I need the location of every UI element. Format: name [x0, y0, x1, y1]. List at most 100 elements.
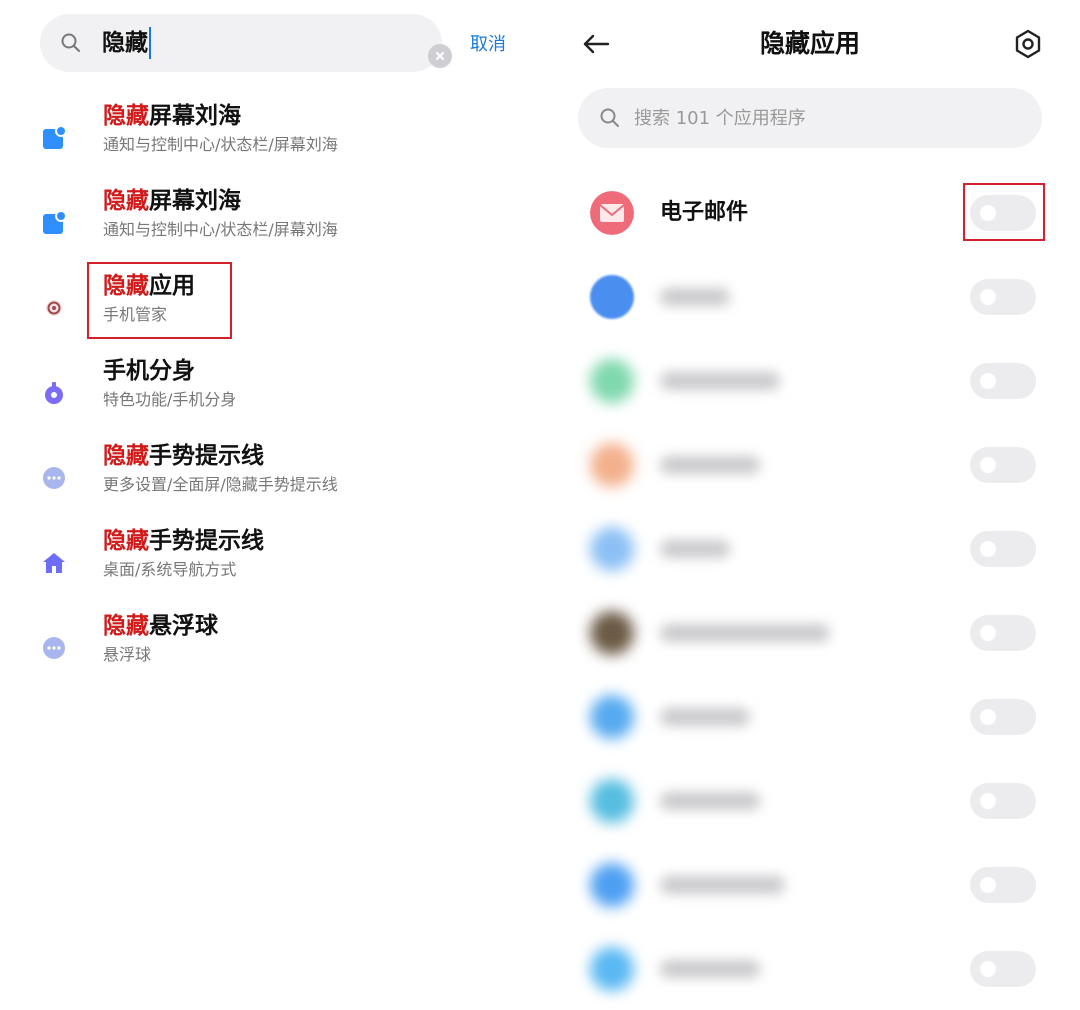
more-settings-icon — [41, 635, 67, 661]
blurred-app-icon — [590, 947, 634, 991]
hidden-apps-panel: 隐藏应用 电子邮件 — [540, 0, 1080, 1010]
toggle-knob — [980, 877, 996, 893]
blurred-app-name — [660, 624, 830, 642]
search-icon — [600, 108, 619, 127]
result-title-rest: 手势提示线 — [149, 443, 264, 469]
search-result-item[interactable]: 隐藏手势提示线更多设置/全面屏/隐藏手势提示线 — [0, 440, 540, 520]
blurred-app-icon — [590, 443, 634, 487]
toggle-knob — [980, 457, 996, 473]
result-title-highlight: 隐藏 — [103, 528, 149, 554]
app-list-row — [540, 675, 1080, 759]
home-icon — [41, 550, 67, 576]
result-title: 隐藏手势提示线 — [103, 525, 264, 557]
security-app-icon — [41, 295, 67, 321]
result-title: 手机分身 — [103, 355, 195, 387]
notch-icon — [41, 125, 67, 151]
result-path: 通知与控制中心/状态栏/屏幕刘海 — [103, 220, 338, 239]
toggle-knob — [980, 961, 996, 977]
app-list-row — [540, 591, 1080, 675]
blurred-app-icon — [590, 359, 634, 403]
blurred-app-name — [660, 456, 760, 474]
blurred-app-icon — [590, 611, 634, 655]
email-app-icon — [590, 191, 634, 235]
text-caret — [149, 27, 151, 59]
hide-app-toggle[interactable] — [970, 867, 1036, 903]
more-settings-icon — [41, 465, 67, 491]
search-result-item[interactable]: 隐藏手势提示线桌面/系统导航方式 — [0, 525, 540, 605]
hide-app-toggle[interactable] — [970, 699, 1036, 735]
search-input[interactable]: 隐藏 — [102, 27, 151, 59]
result-title-rest: 手势提示线 — [149, 528, 264, 554]
app-list-row — [540, 843, 1080, 927]
search-result-item[interactable]: 隐藏悬浮球 悬浮球 — [0, 610, 540, 690]
second-space-icon — [41, 380, 67, 406]
blurred-app-name — [660, 372, 780, 390]
page-title: 隐藏应用 — [759, 29, 860, 58]
search-query-text: 隐藏 — [102, 30, 148, 56]
result-title: 隐藏屏幕刘海 — [103, 100, 241, 132]
result-path: 特色功能/手机分身 — [103, 390, 237, 409]
hide-app-toggle[interactable] — [970, 615, 1036, 651]
clear-search-button[interactable] — [428, 44, 452, 68]
app-list-row — [540, 759, 1080, 843]
close-icon — [436, 52, 444, 60]
gear-icon[interactable] — [1012, 28, 1044, 60]
app-list-row — [540, 507, 1080, 591]
app-search-input[interactable] — [634, 88, 1024, 148]
result-path: 通知与控制中心/状态栏/屏幕刘海 — [103, 135, 338, 154]
blurred-app-name — [660, 540, 730, 558]
hide-app-toggle[interactable] — [970, 531, 1036, 567]
search-result-item[interactable]: 隐藏屏幕刘海通知与控制中心/状态栏/屏幕刘海 — [0, 185, 540, 265]
result-title-rest: 屏幕刘海 — [149, 188, 241, 214]
blurred-app-icon — [590, 863, 634, 907]
hide-app-toggle[interactable] — [970, 279, 1036, 315]
blurred-app-name — [660, 792, 760, 810]
blurred-app-name — [660, 876, 785, 894]
search-icon — [61, 33, 80, 52]
result-title: 隐藏悬浮球 — [103, 610, 218, 642]
result-title-rest: 悬浮球 — [149, 613, 218, 639]
result-path: 悬浮球 — [103, 645, 152, 664]
app-list-row — [540, 255, 1080, 339]
blurred-app-icon — [590, 275, 634, 319]
result-title-highlight: 隐藏 — [103, 443, 149, 469]
app-name: 电子邮件 — [660, 200, 749, 225]
result-path: 更多设置/全面屏/隐藏手势提示线 — [103, 475, 338, 494]
annotation-box-email-toggle — [963, 183, 1045, 241]
toggle-knob — [980, 289, 996, 305]
annotation-box-hide-apps-result — [87, 262, 232, 339]
toggle-knob — [980, 793, 996, 809]
settings-search-panel: 隐藏 取消 隐藏屏幕刘海 通知与控制中心/状态栏/屏幕刘海 隐藏屏幕刘海 通知与控制中… — [0, 0, 540, 1010]
result-path: 桌面/系统导航方式 — [103, 560, 237, 579]
hide-app-toggle[interactable] — [970, 363, 1036, 399]
app-list-row — [540, 339, 1080, 423]
result-title-highlight: 隐藏 — [103, 188, 149, 214]
result-title-highlight: 隐藏 — [103, 103, 149, 129]
result-title-rest: 屏幕刘海 — [149, 103, 241, 129]
cancel-button[interactable]: 取消 — [470, 33, 506, 57]
result-title-rest: 手机分身 — [103, 358, 195, 384]
app-list-row — [540, 927, 1080, 1010]
app-list-row — [540, 423, 1080, 507]
toggle-knob — [980, 373, 996, 389]
result-title: 隐藏屏幕刘海 — [103, 185, 241, 217]
toggle-knob — [980, 541, 996, 557]
blurred-app-name — [660, 960, 760, 978]
app-search-bar[interactable] — [578, 88, 1042, 148]
toggle-knob — [980, 625, 996, 641]
toggle-knob — [980, 709, 996, 725]
blurred-app-icon — [590, 779, 634, 823]
search-result-item[interactable]: 隐藏屏幕刘海通知与控制中心/状态栏/屏幕刘海 — [0, 100, 540, 180]
blurred-app-name — [660, 708, 750, 726]
result-title: 隐藏手势提示线 — [103, 440, 264, 472]
blurred-app-icon — [590, 527, 634, 571]
hide-app-toggle[interactable] — [970, 783, 1036, 819]
hide-app-toggle[interactable] — [970, 951, 1036, 987]
blurred-app-name — [660, 288, 730, 306]
result-title-highlight: 隐藏 — [103, 613, 149, 639]
search-bar[interactable]: 隐藏 — [40, 14, 452, 72]
notch-icon — [41, 210, 67, 236]
hide-app-toggle[interactable] — [970, 447, 1036, 483]
search-result-item[interactable]: 隐藏应用 手机管家 — [0, 270, 540, 350]
search-result-item[interactable]: 手机分身特色功能/手机分身 — [0, 355, 540, 435]
